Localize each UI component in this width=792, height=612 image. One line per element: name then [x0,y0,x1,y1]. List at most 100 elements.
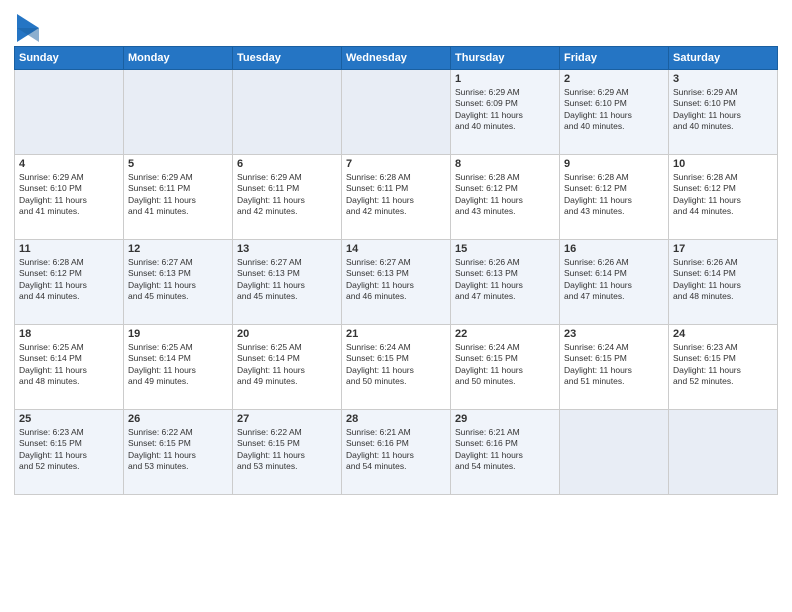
calendar-cell: 2 Sunrise: 6:29 AMSunset: 6:10 PMDaylight… [560,70,669,155]
calendar: SundayMondayTuesdayWednesdayThursdayFrid… [14,46,778,495]
calendar-cell: 22 Sunrise: 6:24 AMSunset: 6:15 PMDayligh… [451,325,560,410]
calendar-cell: 27Sunrise: 6:22 AMSunset: 6:15 PMDayligh… [233,410,342,495]
calendar-cell: 18Sunrise: 6:25 AMSunset: 6:14 PMDayligh… [15,325,124,410]
calendar-cell: 12 Sunrise: 6:27 AMSunset: 6:13 PMDayligh… [124,240,233,325]
day-info: Sunrise: 6:27 AMSunset: 6:13 PMDaylight:… [237,257,337,303]
day-info: Sunrise: 6:24 AMSunset: 6:15 PMDaylight:… [346,342,446,388]
calendar-cell [669,410,778,495]
day-number: 25 [19,413,119,425]
calendar-cell: 14 Sunrise: 6:27 AMSunset: 6:13 PMDayligh… [342,240,451,325]
calendar-header-wednesday: Wednesday [342,47,451,70]
logo [14,14,39,42]
calendar-cell: 21 Sunrise: 6:24 AMSunset: 6:15 PMDayligh… [342,325,451,410]
calendar-cell: 3 Sunrise: 6:29 AMSunset: 6:10 PMDaylight… [669,70,778,155]
day-number: 15 [455,243,555,255]
day-info: Sunrise: 6:21 AMSunset: 6:16 PMDaylight:… [346,427,446,473]
logo-icon [17,14,39,42]
day-info: Sunrise: 6:26 AMSunset: 6:13 PMDaylight:… [455,257,555,303]
calendar-cell: 7 Sunrise: 6:28 AMSunset: 6:11 PMDaylight… [342,155,451,240]
day-info: Sunrise: 6:25 AMSunset: 6:14 PMDaylight:… [237,342,337,388]
day-number: 14 [346,243,446,255]
calendar-cell [124,70,233,155]
day-number: 5 [128,158,228,170]
calendar-cell: 1 Sunrise: 6:29 AMSunset: 6:09 PMDaylight… [451,70,560,155]
day-info: Sunrise: 6:28 AMSunset: 6:12 PMDaylight:… [455,172,555,218]
calendar-cell: 6 Sunrise: 6:29 AMSunset: 6:11 PMDaylight… [233,155,342,240]
day-info: Sunrise: 6:29 AMSunset: 6:10 PMDaylight:… [673,87,773,133]
day-number: 18 [19,328,119,340]
day-info: Sunrise: 6:29 AMSunset: 6:09 PMDaylight:… [455,87,555,133]
calendar-cell [560,410,669,495]
day-number: 20 [237,328,337,340]
day-number: 24 [673,328,773,340]
day-info: Sunrise: 6:28 AMSunset: 6:12 PMDaylight:… [19,257,119,303]
day-info: Sunrise: 6:22 AMSunset: 6:15 PMDaylight:… [237,427,337,473]
day-number: 1 [455,73,555,85]
day-number: 2 [564,73,664,85]
day-number: 19 [128,328,228,340]
header [14,10,778,42]
day-number: 28 [346,413,446,425]
calendar-week-row: 25 Sunrise: 6:23 AMSunset: 6:15 PMDayligh… [15,410,778,495]
day-info: Sunrise: 6:28 AMSunset: 6:12 PMDaylight:… [564,172,664,218]
day-number: 8 [455,158,555,170]
day-info: Sunrise: 6:23 AMSunset: 6:15 PMDaylight:… [673,342,773,388]
day-number: 23 [564,328,664,340]
day-number: 7 [346,158,446,170]
calendar-cell: 11 Sunrise: 6:28 AMSunset: 6:12 PMDayligh… [15,240,124,325]
page: SundayMondayTuesdayWednesdayThursdayFrid… [0,0,792,612]
day-number: 26 [128,413,228,425]
calendar-cell: 15 Sunrise: 6:26 AMSunset: 6:13 PMDayligh… [451,240,560,325]
calendar-cell: 26 Sunrise: 6:22 AMSunset: 6:15 PMDayligh… [124,410,233,495]
day-number: 4 [19,158,119,170]
calendar-header-tuesday: Tuesday [233,47,342,70]
calendar-cell: 23Sunrise: 6:24 AMSunset: 6:15 PMDayligh… [560,325,669,410]
day-number: 22 [455,328,555,340]
calendar-cell: 4 Sunrise: 6:29 AMSunset: 6:10 PMDaylight… [15,155,124,240]
calendar-header-thursday: Thursday [451,47,560,70]
calendar-cell: 8 Sunrise: 6:28 AMSunset: 6:12 PMDaylight… [451,155,560,240]
calendar-cell: 25 Sunrise: 6:23 AMSunset: 6:15 PMDayligh… [15,410,124,495]
day-info: Sunrise: 6:25 AMSunset: 6:14 PMDaylight:… [128,342,228,388]
calendar-cell [342,70,451,155]
calendar-cell: 29 Sunrise: 6:21 AMSunset: 6:16 PMDayligh… [451,410,560,495]
day-number: 6 [237,158,337,170]
calendar-cell: 20 Sunrise: 6:25 AMSunset: 6:14 PMDayligh… [233,325,342,410]
day-info: Sunrise: 6:29 AMSunset: 6:10 PMDaylight:… [19,172,119,218]
day-number: 29 [455,413,555,425]
day-number: 9 [564,158,664,170]
day-number: 13 [237,243,337,255]
day-info: Sunrise: 6:28 AMSunset: 6:12 PMDaylight:… [673,172,773,218]
calendar-cell: 19 Sunrise: 6:25 AMSunset: 6:14 PMDayligh… [124,325,233,410]
day-number: 17 [673,243,773,255]
calendar-cell: 16 Sunrise: 6:26 AMSunset: 6:14 PMDayligh… [560,240,669,325]
day-info: Sunrise: 6:28 AMSunset: 6:11 PMDaylight:… [346,172,446,218]
day-info: Sunrise: 6:22 AMSunset: 6:15 PMDaylight:… [128,427,228,473]
day-info: Sunrise: 6:24 AMSunset: 6:15 PMDaylight:… [455,342,555,388]
calendar-cell: 13 Sunrise: 6:27 AMSunset: 6:13 PMDayligh… [233,240,342,325]
day-info: Sunrise: 6:21 AMSunset: 6:16 PMDaylight:… [455,427,555,473]
calendar-header-row: SundayMondayTuesdayWednesdayThursdayFrid… [15,47,778,70]
calendar-cell: 5 Sunrise: 6:29 AMSunset: 6:11 PMDaylight… [124,155,233,240]
day-number: 10 [673,158,773,170]
day-info: Sunrise: 6:23 AMSunset: 6:15 PMDaylight:… [19,427,119,473]
day-info: Sunrise: 6:26 AMSunset: 6:14 PMDaylight:… [673,257,773,303]
day-info: Sunrise: 6:26 AMSunset: 6:14 PMDaylight:… [564,257,664,303]
day-number: 21 [346,328,446,340]
calendar-cell [233,70,342,155]
calendar-cell: 17 Sunrise: 6:26 AMSunset: 6:14 PMDayligh… [669,240,778,325]
calendar-header-saturday: Saturday [669,47,778,70]
calendar-cell: 24 Sunrise: 6:23 AMSunset: 6:15 PMDayligh… [669,325,778,410]
calendar-week-row: 11 Sunrise: 6:28 AMSunset: 6:12 PMDayligh… [15,240,778,325]
day-number: 12 [128,243,228,255]
day-info: Sunrise: 6:27 AMSunset: 6:13 PMDaylight:… [346,257,446,303]
day-info: Sunrise: 6:27 AMSunset: 6:13 PMDaylight:… [128,257,228,303]
day-number: 3 [673,73,773,85]
day-number: 11 [19,243,119,255]
day-info: Sunrise: 6:29 AMSunset: 6:11 PMDaylight:… [128,172,228,218]
day-info: Sunrise: 6:29 AMSunset: 6:11 PMDaylight:… [237,172,337,218]
day-info: Sunrise: 6:29 AMSunset: 6:10 PMDaylight:… [564,87,664,133]
day-number: 16 [564,243,664,255]
calendar-cell: 10 Sunrise: 6:28 AMSunset: 6:12 PMDayligh… [669,155,778,240]
calendar-week-row: 18 Sunrise: 6:25 AMSunset: 6:14 PMDayligh… [15,325,778,410]
